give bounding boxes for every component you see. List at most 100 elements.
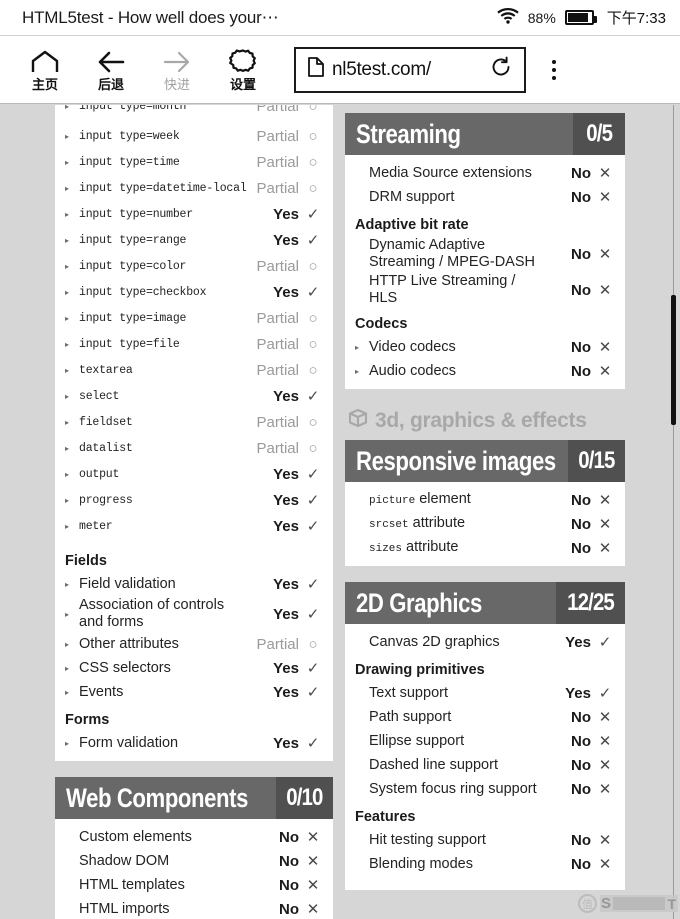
table-row[interactable]: ▸ input type=range Yes ✓	[55, 227, 333, 253]
table-row[interactable]: ▸Dynamic Adaptive Streaming / MPEG-DASHN…	[345, 236, 625, 272]
expand-triangle-icon[interactable]: ▸	[65, 210, 73, 219]
expand-triangle-icon[interactable]: ▸	[65, 288, 73, 297]
table-row[interactable]: ▸ CSS selectors Yes ✓	[55, 656, 333, 680]
table-row[interactable]: ▸ fieldset Partial ○	[55, 409, 333, 435]
table-row[interactable]: ▸Blending modesNo✕	[345, 852, 625, 876]
table-row[interactable]: ▸Path supportNo✕	[345, 705, 625, 729]
forward-button[interactable]: 快进	[144, 47, 210, 92]
expand-triangle-icon[interactable]: ▸	[65, 444, 73, 453]
table-row[interactable]: ▸picture elementNo✕	[345, 488, 625, 512]
table-row[interactable]: ▸DRM supportNo✕	[345, 185, 625, 209]
table-row[interactable]: ▸Media Source extensionsNo✕	[345, 161, 625, 185]
table-row[interactable]: ▸srcset attributeNo✕	[345, 512, 625, 536]
back-button[interactable]: 后退	[78, 47, 144, 92]
table-row[interactable]: ▸ Form validation Yes ✓	[55, 731, 333, 755]
expand-triangle-icon[interactable]: ▸	[65, 158, 73, 167]
watermark-badge: 值	[578, 894, 597, 913]
expand-triangle-icon[interactable]: ▸	[65, 418, 73, 427]
arrow-right-icon	[162, 47, 192, 77]
check-icon: ✓	[306, 683, 320, 701]
table-row[interactable]: ▸ output Yes ✓	[55, 461, 333, 487]
table-row[interactable]: ▸ input type=file Partial ○	[55, 331, 333, 357]
table-row[interactable]: ▸ Audio codecs No ✕	[345, 359, 625, 383]
table-row[interactable]: ▸Custom elementsNo✕	[55, 825, 333, 849]
table-row[interactable]: ▸HTML templatesNo✕	[55, 873, 333, 897]
row-label: input type=number	[79, 207, 193, 221]
table-row[interactable]: ▸ select Yes ✓	[55, 383, 333, 409]
table-row[interactable]: ▸Hit testing supportNo✕	[345, 828, 625, 852]
table-row[interactable]: ▸ input type=datetime-local Partial ○	[55, 175, 333, 201]
table-row[interactable]: ▸ datalist Partial ○	[55, 435, 333, 461]
window-title: HTML5test - How well does your⋯	[22, 7, 279, 27]
expand-triangle-icon[interactable]: ▸	[65, 392, 73, 401]
table-row[interactable]: ▸Ellipse supportNo✕	[345, 729, 625, 753]
expand-triangle-icon[interactable]: ▸	[65, 580, 73, 589]
expand-triangle-icon[interactable]: ▸	[355, 367, 363, 376]
expand-triangle-icon[interactable]: ▸	[65, 105, 73, 111]
cross-icon: ✕	[598, 708, 612, 726]
table-row[interactable]: ▸HTML importsNo✕	[55, 897, 333, 919]
table-row[interactable]: ▸ Video codecs No ✕	[345, 335, 625, 359]
table-row[interactable]: ▸ input type=time Partial ○	[55, 149, 333, 175]
reload-icon[interactable]	[490, 56, 512, 83]
2d-graphics-section: 2D Graphics 12/25 ▸Canvas 2D graphicsYes…	[345, 582, 625, 890]
table-row[interactable]: ▸Dashed line supportNo✕	[345, 753, 625, 777]
table-row[interactable]: ▸HTTP Live Streaming / HLSNo✕	[345, 272, 625, 308]
settings-button[interactable]: 设置	[210, 47, 276, 92]
expand-triangle-icon[interactable]: ▸	[65, 314, 73, 323]
table-row[interactable]: ▸Shadow DOMNo✕	[55, 849, 333, 873]
row-value: Yes	[273, 205, 299, 223]
expand-triangle-icon[interactable]: ▸	[65, 664, 73, 673]
address-bar[interactable]: nl5test.com/	[294, 46, 526, 93]
table-row[interactable]: ▸Text supportYes✓	[345, 681, 625, 705]
overflow-menu-button[interactable]	[532, 59, 576, 80]
expand-triangle-icon[interactable]: ▸	[65, 522, 73, 531]
row-value: Partial	[256, 309, 299, 327]
expand-triangle-icon[interactable]: ▸	[65, 496, 73, 505]
row-value: No	[571, 515, 591, 533]
table-row[interactable]: ▸ progress Yes ✓	[55, 487, 333, 513]
home-button[interactable]: 主页	[12, 47, 78, 92]
expand-triangle-icon[interactable]: ▸	[65, 610, 73, 619]
row-value: Yes	[273, 231, 299, 249]
expand-triangle-icon[interactable]: ▸	[65, 470, 73, 479]
table-row[interactable]: ▸ input type=image Partial ○	[55, 305, 333, 331]
expand-triangle-icon[interactable]: ▸	[65, 132, 73, 141]
table-row[interactable]: ▸ Other attributes Partial ○	[55, 632, 333, 656]
expand-triangle-icon[interactable]: ▸	[65, 236, 73, 245]
table-row[interactable]: ▸ input type=checkbox Yes ✓	[55, 279, 333, 305]
watermark: 值 S T	[578, 894, 678, 913]
browser-toolbar: 主页 后退 快进 设置 nl5test.com/	[0, 36, 680, 104]
page-icon	[308, 57, 324, 82]
page-scrollbar-track[interactable]	[673, 105, 674, 919]
expand-triangle-icon[interactable]: ▸	[355, 343, 363, 352]
table-row[interactable]: ▸sizes attributeNo✕	[345, 536, 625, 560]
cross-icon: ✕	[598, 491, 612, 509]
table-row[interactable]: ▸Canvas 2D graphicsYes✓	[345, 630, 625, 654]
row-label: Blending modes	[369, 855, 473, 872]
table-row[interactable]: ▸ input type=color Partial ○	[55, 253, 333, 279]
table-row[interactable]: ▸ Events Yes ✓	[55, 680, 333, 704]
table-row[interactable]: ▸ Field validation Yes ✓	[55, 572, 333, 596]
table-row[interactable]: ▸System focus ring supportNo✕	[345, 777, 625, 801]
expand-triangle-icon[interactable]: ▸	[65, 640, 73, 649]
watermark-s: S	[601, 895, 612, 912]
table-row[interactable]: ▸ meter Yes ✓	[55, 513, 333, 539]
expand-triangle-icon[interactable]: ▸	[65, 688, 73, 697]
expand-triangle-icon[interactable]: ▸	[65, 340, 73, 349]
expand-triangle-icon[interactable]: ▸	[65, 739, 73, 748]
row-label: Canvas 2D graphics	[369, 633, 500, 650]
table-row[interactable]: ▸ input type=number Yes ✓	[55, 201, 333, 227]
table-row[interactable]: ▸ textarea Partial ○	[55, 357, 333, 383]
table-row[interactable]: ▸ input type=month Partial ○	[55, 105, 333, 117]
results-columns: ▸ input type=month Partial ○ ▸ input type…	[0, 105, 680, 919]
expand-triangle-icon[interactable]: ▸	[65, 366, 73, 375]
row-value: No	[571, 164, 591, 182]
expand-triangle-icon[interactable]: ▸	[65, 184, 73, 193]
partial-circle-icon: ○	[308, 335, 318, 353]
page-scrollbar-thumb[interactable]	[671, 295, 676, 425]
table-row[interactable]: ▸ Association of controls and forms Yes ✓	[55, 596, 333, 632]
table-row[interactable]: ▸ input type=week Partial ○	[55, 123, 333, 149]
page-viewport[interactable]: ▸ input type=month Partial ○ ▸ input type…	[0, 105, 680, 919]
expand-triangle-icon[interactable]: ▸	[65, 262, 73, 271]
